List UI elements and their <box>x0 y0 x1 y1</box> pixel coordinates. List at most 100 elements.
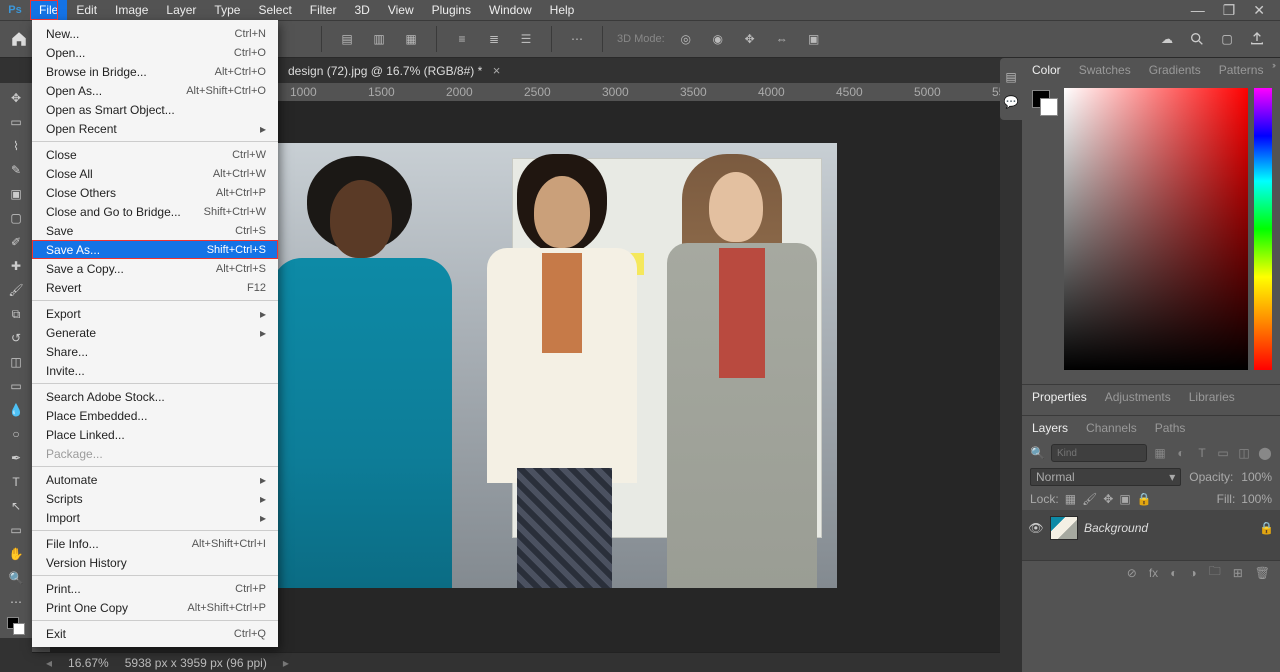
filter-toggle-icon[interactable]: ⬤ <box>1258 446 1272 460</box>
menu-type[interactable]: Type <box>205 0 249 20</box>
layer-filter-icons[interactable]: ▦ ◐ T ▭ ◫ ⬤ <box>1153 446 1272 460</box>
menu-item-close-others[interactable]: Close OthersAlt+Ctrl+P <box>32 183 278 202</box>
layer-filter-input[interactable] <box>1051 444 1147 462</box>
panel-tab-libraries[interactable]: Libraries <box>1189 390 1235 409</box>
menu-plugins[interactable]: Plugins <box>423 0 480 20</box>
align-left-icon[interactable]: ▤ <box>336 28 358 50</box>
menu-item-import[interactable]: Import▸ <box>32 508 278 527</box>
distribute-top-icon[interactable]: ≡ <box>451 28 473 50</box>
menu-item-open-as-smart-object[interactable]: Open as Smart Object... <box>32 100 278 119</box>
distribute-bottom-icon[interactable]: ☰ <box>515 28 537 50</box>
shape-filter-icon[interactable]: ▭ <box>1216 446 1230 460</box>
edit-toolbar-icon[interactable]: ⋯ <box>2 590 30 614</box>
panel-tab-patterns[interactable]: Patterns <box>1219 63 1264 82</box>
type-filter-icon[interactable]: T <box>1195 446 1209 460</box>
lock-position-icon[interactable]: ✥ <box>1103 492 1113 506</box>
layer-row-background[interactable]: 👁 Background 🔒 <box>1022 510 1280 546</box>
cloud-user-icon[interactable]: ☁ <box>1158 30 1176 48</box>
collapsed-panel-strip[interactable]: ▤ 💬 <box>1000 58 1022 120</box>
frame-tool-icon[interactable]: ▢ <box>2 206 30 230</box>
path-tool-icon[interactable]: ↖ <box>2 494 30 518</box>
menu-item-save[interactable]: SaveCtrl+S <box>32 221 278 240</box>
menu-item-new[interactable]: New...Ctrl+N <box>32 24 278 43</box>
delete-layer-icon[interactable]: 🗑 <box>1255 566 1270 580</box>
quick-select-tool-icon[interactable]: ✎ <box>2 158 30 182</box>
pen-tool-icon[interactable]: ✒ <box>2 446 30 470</box>
menu-item-save-a-copy[interactable]: Save a Copy...Alt+Ctrl+S <box>32 259 278 278</box>
adjust-filter-icon[interactable]: ◐ <box>1174 446 1188 460</box>
new-layer-icon[interactable]: ⊞ <box>1233 566 1243 580</box>
share-icon[interactable] <box>1248 30 1266 48</box>
menu-3d[interactable]: 3D <box>345 0 378 20</box>
hand-tool-icon[interactable]: ✋ <box>2 542 30 566</box>
history-brush-icon[interactable]: ↺ <box>2 326 30 350</box>
menu-item-export[interactable]: Export▸ <box>32 304 278 323</box>
menu-image[interactable]: Image <box>106 0 157 20</box>
menu-select[interactable]: Select <box>249 0 300 20</box>
menu-item-browse-in-bridge[interactable]: Browse in Bridge...Alt+Ctrl+O <box>32 62 278 81</box>
align-right-icon[interactable]: ▦ <box>400 28 422 50</box>
comments-panel-icon[interactable]: 💬 <box>1003 94 1019 110</box>
panel-tab-layers[interactable]: Layers <box>1032 421 1068 440</box>
close-icon[interactable]: ✕ <box>1253 2 1265 19</box>
eyedropper-tool-icon[interactable]: ✐ <box>2 230 30 254</box>
3d-slide-icon[interactable]: ⇔ <box>771 28 793 50</box>
menu-item-generate[interactable]: Generate▸ <box>32 323 278 342</box>
eraser-tool-icon[interactable]: ◫ <box>2 350 30 374</box>
3d-orbit-icon[interactable]: ◎ <box>675 28 697 50</box>
menu-layer[interactable]: Layer <box>157 0 205 20</box>
hue-slider[interactable] <box>1254 88 1272 370</box>
fg-bg-swatch-icon[interactable] <box>2 614 30 638</box>
dodge-tool-icon[interactable]: ○ <box>2 422 30 446</box>
layer-thumbnail[interactable] <box>1050 516 1078 540</box>
layer-mask-icon[interactable]: ◐ <box>1170 566 1177 580</box>
panel-tab-properties[interactable]: Properties <box>1032 390 1087 409</box>
group-layers-icon[interactable]: 🗀 <box>1209 562 1221 583</box>
shape-tool-icon[interactable]: ▭ <box>2 518 30 542</box>
menu-filter[interactable]: Filter <box>301 0 346 20</box>
menu-file[interactable]: File <box>30 0 67 20</box>
3d-pan-icon[interactable]: ✥ <box>739 28 761 50</box>
history-panel-icon[interactable]: ▤ <box>1003 69 1019 85</box>
color-field[interactable] <box>1064 88 1248 370</box>
home-icon[interactable] <box>8 28 30 50</box>
lock-artboard-icon[interactable]: ▣ <box>1119 492 1130 506</box>
menu-item-close-all[interactable]: Close AllAlt+Ctrl+W <box>32 164 278 183</box>
healing-tool-icon[interactable]: ✚ <box>2 254 30 278</box>
maximize-icon[interactable]: ❐ <box>1223 2 1236 19</box>
menu-item-open-recent[interactable]: Open Recent▸ <box>32 119 278 138</box>
3d-roll-icon[interactable]: ◉ <box>707 28 729 50</box>
panel-tab-color[interactable]: Color <box>1032 63 1061 82</box>
distribute-center-icon[interactable]: ≣ <box>483 28 505 50</box>
menu-item-close-and-go-to-bridge[interactable]: Close and Go to Bridge...Shift+Ctrl+W <box>32 202 278 221</box>
menu-help[interactable]: Help <box>541 0 584 20</box>
menu-item-share[interactable]: Share... <box>32 342 278 361</box>
document-tab[interactable]: design (72).jpg @ 16.7% (RGB/8#) * × <box>278 58 508 83</box>
menu-item-print[interactable]: Print...Ctrl+P <box>32 579 278 598</box>
opacity-value[interactable]: 100% <box>1241 470 1272 484</box>
menu-item-search-adobe-stock[interactable]: Search Adobe Stock... <box>32 387 278 406</box>
more-options-icon[interactable]: ⋯ <box>566 28 588 50</box>
lock-all-icon[interactable]: 🔒 <box>1137 492 1152 506</box>
minimize-icon[interactable]: — <box>1191 2 1205 19</box>
menu-item-file-info[interactable]: File Info...Alt+Shift+Ctrl+I <box>32 534 278 553</box>
search-icon[interactable] <box>1188 30 1206 48</box>
document-canvas[interactable] <box>272 143 837 588</box>
foreground-background-swatch[interactable] <box>1032 90 1058 116</box>
menu-item-print-one-copy[interactable]: Print One CopyAlt+Shift+Ctrl+P <box>32 598 278 617</box>
lasso-tool-icon[interactable]: ⌇ <box>2 134 30 158</box>
menu-item-place-embedded[interactable]: Place Embedded... <box>32 406 278 425</box>
gradient-tool-icon[interactable]: ▭ <box>2 374 30 398</box>
brush-tool-icon[interactable]: 🖌 <box>2 278 30 302</box>
blur-tool-icon[interactable]: 💧 <box>2 398 30 422</box>
menu-item-close[interactable]: CloseCtrl+W <box>32 145 278 164</box>
panel-tab-channels[interactable]: Channels <box>1086 421 1137 440</box>
clone-tool-icon[interactable]: ⧉ <box>2 302 30 326</box>
layer-lock-icon[interactable]: 🔒 <box>1259 521 1274 535</box>
fill-value[interactable]: 100% <box>1241 492 1272 506</box>
menu-item-automate[interactable]: Automate▸ <box>32 470 278 489</box>
panel-tab-paths[interactable]: Paths <box>1155 421 1186 440</box>
menu-item-save-as[interactable]: Save As...Shift+Ctrl+S <box>32 240 278 259</box>
panel-collapse-chevron-icon[interactable]: ›› <box>1272 60 1274 70</box>
menu-item-version-history[interactable]: Version History <box>32 553 278 572</box>
